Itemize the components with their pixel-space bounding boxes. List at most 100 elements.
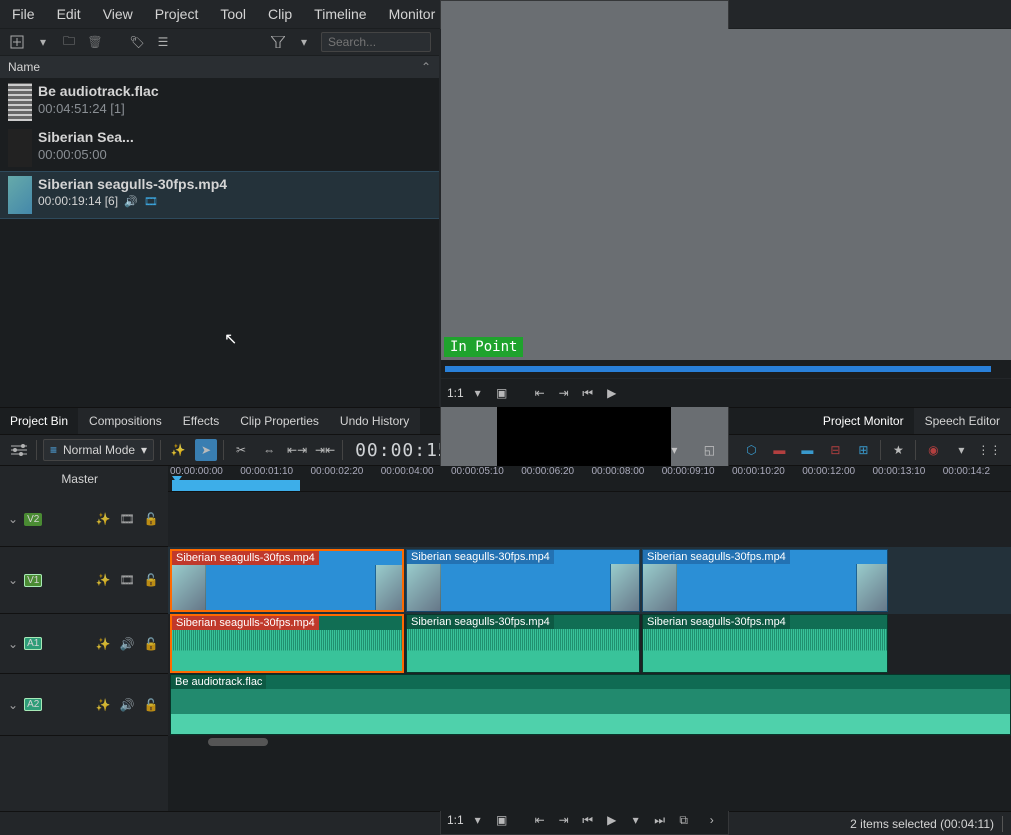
timeline-ruler[interactable]: 00:00:00:0000:00:01:1000:00:02:2000:00:0…	[168, 466, 1011, 492]
selection-tool-icon[interactable]: ➤	[195, 439, 217, 461]
options-icon[interactable]: ⋮⋮	[978, 439, 1000, 461]
lock-icon[interactable]: 🔓	[142, 635, 160, 653]
crop-icon[interactable]: ⧉	[674, 810, 694, 830]
chevron-right-icon[interactable]: ›	[702, 810, 722, 830]
bin-item[interactable]: Be audiotrack.flac 00:04:51:24 [1]	[0, 79, 439, 125]
tab-compositions[interactable]: Compositions	[79, 408, 173, 434]
bin-item[interactable]: Siberian seagulls-30fps.mp4 00:00:19:14 …	[0, 171, 439, 219]
lock-icon[interactable]: 🔓	[142, 571, 160, 589]
chevron-down-icon[interactable]: ▾	[295, 33, 313, 51]
tab-undo-history[interactable]: Undo History	[330, 408, 420, 434]
timeline-tracks[interactable]: Siberian seagulls-30fps.mp4 Siberian sea…	[168, 492, 1011, 811]
zone-in-icon[interactable]: ▬	[768, 439, 790, 461]
chevron-down-icon[interactable]: ▾	[663, 439, 685, 461]
track-settings-icon[interactable]	[8, 439, 30, 461]
chevron-down-icon[interactable]: ▾	[468, 383, 488, 403]
chevron-down-icon[interactable]: ⌄	[8, 698, 18, 712]
collapse-icon[interactable]: ⌃	[421, 60, 431, 74]
menu-tool[interactable]: Tool	[220, 6, 246, 22]
chevron-down-icon[interactable]: ▾	[468, 810, 488, 830]
mute-icon[interactable]: 🔊	[118, 635, 136, 653]
favorite-icon[interactable]: ★	[887, 439, 909, 461]
record-icon[interactable]: ◉	[922, 439, 944, 461]
project-monitor-canvas[interactable]: In Point	[441, 29, 1011, 360]
effects-icon[interactable]: ✨	[94, 635, 112, 653]
rewind-icon[interactable]: ⏮	[578, 383, 598, 403]
tab-speech-editor[interactable]: Speech Editor	[915, 408, 1011, 434]
timeline-clip[interactable]: Siberian seagulls-30fps.mp4	[170, 614, 404, 673]
add-clip-icon[interactable]	[8, 33, 26, 51]
tab-effects[interactable]: Effects	[173, 408, 230, 434]
tag-icon[interactable]: 🏷	[128, 33, 146, 51]
tab-project-bin[interactable]: Project Bin	[0, 408, 79, 434]
chevron-down-icon[interactable]: ▾	[950, 439, 972, 461]
set-out-icon[interactable]: ⇥	[554, 383, 574, 403]
chevron-down-icon[interactable]: ▾	[626, 810, 646, 830]
ripple-out-icon[interactable]: ⇥⇤	[314, 439, 336, 461]
effects-icon[interactable]: ✨	[94, 510, 112, 528]
fullscreen-icon[interactable]: ▣	[492, 810, 512, 830]
lock-icon[interactable]: 🔓	[142, 696, 160, 714]
menu-project[interactable]: Project	[155, 6, 199, 22]
chevron-down-icon[interactable]: ⌄	[8, 512, 18, 526]
effects-icon[interactable]: ✨	[94, 696, 112, 714]
hamburger-icon[interactable]: ☰	[154, 33, 172, 51]
rewind-icon[interactable]: ⏮	[578, 810, 598, 830]
spacer-tool-icon[interactable]: ⇔	[258, 439, 280, 461]
set-in-icon[interactable]: ⇤	[530, 810, 550, 830]
timeline-clip[interactable]: Siberian seagulls-30fps.mp4	[170, 549, 404, 612]
overwrite-icon[interactable]: ⊟	[824, 439, 846, 461]
chevron-down-icon[interactable]: ⌄	[8, 637, 18, 651]
tab-clip-properties[interactable]: Clip Properties	[230, 408, 330, 434]
bin-column-header[interactable]: Name ⌃	[0, 56, 439, 79]
tab-project-monitor[interactable]: Project Monitor	[813, 408, 915, 434]
track-head-a2[interactable]: ⌄ A2 ✨ 🔊 🔓	[0, 674, 168, 736]
folder-add-icon[interactable]: 🗀	[60, 33, 78, 51]
film-icon[interactable]: 🎞	[118, 510, 136, 528]
mute-icon[interactable]: 🔊	[118, 696, 136, 714]
menu-clip[interactable]: Clip	[268, 6, 292, 22]
menu-monitor[interactable]: Monitor	[389, 6, 436, 22]
timeline-clip[interactable]: Siberian seagulls-30fps.mp4	[406, 614, 640, 673]
set-out-icon[interactable]: ⇥	[554, 810, 574, 830]
track-label[interactable]: A1	[24, 637, 42, 650]
track-label[interactable]: V2	[24, 513, 42, 526]
menu-view[interactable]: View	[103, 6, 133, 22]
menu-file[interactable]: File	[12, 6, 35, 22]
track-head-v2[interactable]: ⌄ V2 ✨ 🎞 🔓	[0, 492, 168, 547]
forward-icon[interactable]: ⏭	[650, 810, 670, 830]
edit-mode-select[interactable]: ≡ Normal Mode ▾	[43, 439, 154, 461]
magic-wand-icon[interactable]: ✨	[167, 439, 189, 461]
proxy-icon[interactable]: ◱	[698, 439, 720, 461]
film-icon[interactable]: 🎞	[118, 571, 136, 589]
play-icon[interactable]: ▶	[602, 383, 622, 403]
track-head-v1[interactable]: ⌄ V1 ✨ 🎞 🔓	[0, 547, 168, 614]
mix-icon[interactable]: ⬡	[740, 439, 762, 461]
track-label[interactable]: A2	[24, 698, 42, 711]
trash-icon[interactable]: 🗑	[86, 33, 104, 51]
insert-icon[interactable]: ⊞	[852, 439, 874, 461]
zoom-label[interactable]: 1:1	[447, 386, 464, 400]
lock-icon[interactable]: 🔓	[142, 510, 160, 528]
play-icon[interactable]: ▶	[602, 810, 622, 830]
chevron-down-icon[interactable]: ⌄	[8, 573, 18, 587]
timeline-clip[interactable]: Be audiotrack.flac	[170, 674, 1011, 735]
master-track-label[interactable]: Master	[0, 466, 168, 492]
menu-edit[interactable]: Edit	[57, 6, 81, 22]
zoom-label[interactable]: 1:1	[447, 813, 464, 827]
razor-tool-icon[interactable]: ✂	[230, 439, 252, 461]
project-monitor-scrubber[interactable]	[441, 360, 1011, 378]
timeline-clip[interactable]: Siberian seagulls-30fps.mp4	[406, 549, 640, 612]
menu-timeline[interactable]: Timeline	[314, 6, 366, 22]
filter-icon[interactable]	[269, 33, 287, 51]
horizontal-scrollbar[interactable]	[208, 738, 268, 746]
search-input[interactable]	[321, 32, 431, 52]
effects-icon[interactable]: ✨	[94, 571, 112, 589]
track-label[interactable]: V1	[24, 574, 42, 587]
chevron-down-icon[interactable]: ▾	[34, 33, 52, 51]
timeline-clip[interactable]: Siberian seagulls-30fps.mp4	[642, 614, 888, 673]
fullscreen-icon[interactable]: ▣	[492, 383, 512, 403]
timeline-clip[interactable]: Siberian seagulls-30fps.mp4	[642, 549, 888, 612]
ripple-in-icon[interactable]: ⇤⇥	[286, 439, 308, 461]
track-head-a1[interactable]: ⌄ A1 ✨ 🔊 🔓	[0, 614, 168, 674]
